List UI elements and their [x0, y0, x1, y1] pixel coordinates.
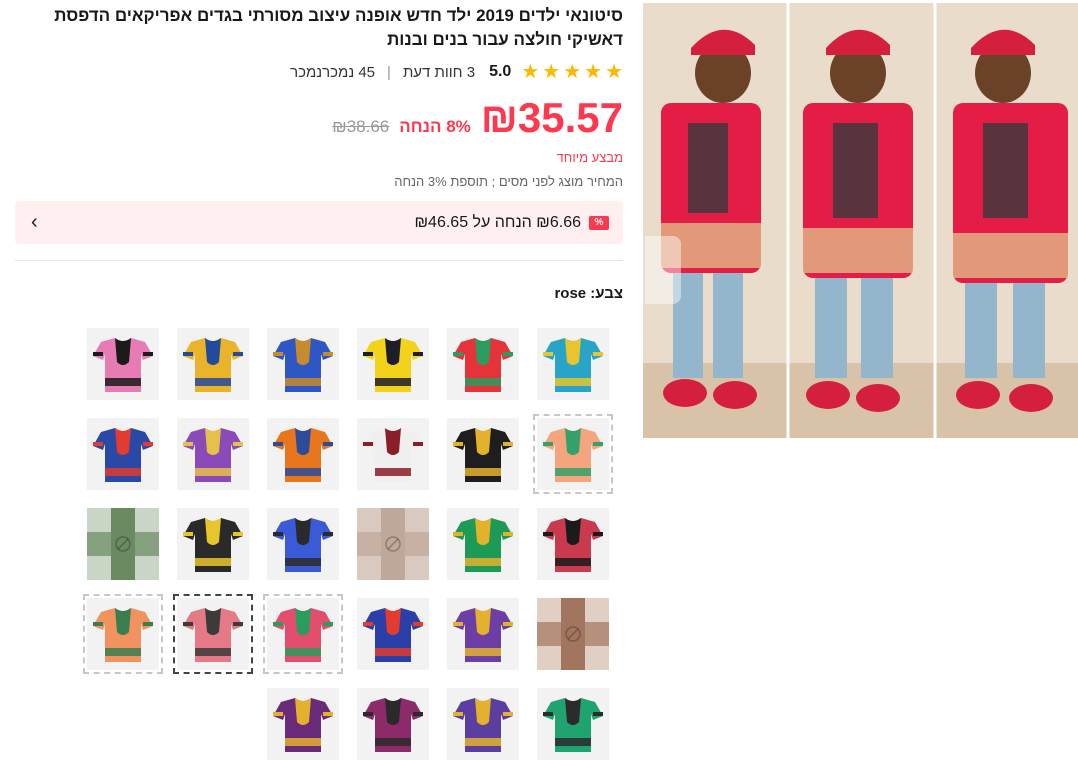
color-swatch[interactable]	[447, 418, 519, 490]
shirt-thumbnail	[453, 698, 513, 752]
color-swatch[interactable]	[177, 508, 249, 580]
color-swatch[interactable]	[447, 598, 519, 670]
image-prev-arrow[interactable]	[645, 236, 681, 304]
star-icon: ★	[521, 61, 540, 83]
color-swatch[interactable]	[537, 508, 609, 580]
color-swatch[interactable]	[87, 508, 159, 580]
shirt-thumbnail	[93, 428, 153, 482]
color-swatch[interactable]	[537, 598, 609, 670]
reviews-link[interactable]: 3 חוות דעת	[403, 64, 475, 81]
rating-score: 5.0	[489, 63, 512, 80]
color-swatch[interactable]	[267, 688, 339, 760]
sold-count: 45 נמכרנמכר	[290, 63, 376, 81]
color-swatch[interactable]	[447, 328, 519, 400]
shirt-thumbnail	[543, 698, 603, 752]
shirt-thumbnail	[453, 338, 513, 392]
tax-note: המחיר מוצג לפני מסים ; תוספת 3% הנחה	[394, 174, 623, 189]
star-icon: ★	[584, 61, 603, 83]
shirt-thumbnail	[363, 338, 423, 392]
color-swatch[interactable]	[537, 688, 609, 760]
shirt-thumbnail	[543, 518, 603, 572]
color-swatch[interactable]	[177, 418, 249, 490]
color-label: צבע: rose	[554, 285, 623, 302]
discount-badge: 8% הנחה	[399, 117, 471, 136]
original-price: ₪38.66	[332, 117, 390, 136]
shirt-thumbnail	[273, 428, 333, 482]
chevron-left-icon: ›	[31, 211, 38, 233]
divider	[15, 260, 623, 261]
coupon-text: ₪6.66 הנחה על ₪46.65	[414, 213, 581, 231]
color-swatch[interactable]	[83, 594, 163, 674]
color-swatch[interactable]	[537, 328, 609, 400]
product-info: סיטונאי ילדים 2019 ילד חדש אופנה עיצוב מ…	[15, 0, 623, 302]
shirt-thumbnail	[183, 428, 243, 482]
color-swatch[interactable]	[173, 594, 253, 674]
shirt-thumbnail	[93, 608, 153, 662]
color-swatch[interactable]	[263, 594, 343, 674]
shirt-thumbnail	[453, 518, 513, 572]
star-icon: ★	[542, 61, 561, 83]
shirt-thumbnail	[273, 518, 333, 572]
coupon-banner[interactable]: % ₪6.66 הנחה על ₪46.65 ›	[15, 201, 623, 244]
color-swatch[interactable]	[177, 328, 249, 400]
color-swatch[interactable]	[447, 688, 519, 760]
shirt-thumbnail	[183, 608, 243, 662]
color-swatch[interactable]	[267, 328, 339, 400]
rating-stars: ★ ★ ★ ★ ★	[521, 62, 623, 82]
product-main-image[interactable]	[643, 3, 1078, 438]
color-swatch[interactable]	[533, 414, 613, 494]
shirt-thumbnail	[453, 608, 513, 662]
shirt-thumbnail	[363, 608, 423, 662]
shirt-thumbnail	[273, 698, 333, 752]
color-swatch[interactable]	[357, 598, 429, 670]
shirt-thumbnail	[543, 338, 603, 392]
color-swatch[interactable]	[87, 328, 159, 400]
shirt-thumbnail	[453, 428, 513, 482]
placeholder-image-icon	[357, 508, 429, 580]
placeholder-image-icon	[537, 598, 609, 670]
shirt-thumbnail	[363, 698, 423, 752]
product-photo	[643, 3, 1078, 438]
star-icon: ★	[563, 61, 582, 83]
color-swatch[interactable]	[447, 508, 519, 580]
price-row: ₪35.57 8% הנחה ₪38.66	[15, 96, 623, 140]
shirt-thumbnail	[363, 428, 423, 482]
rating-row: ★ ★ ★ ★ ★ 5.0 3 חוות דעת | 45 נמכרנמכר	[15, 62, 623, 82]
shirt-thumbnail	[273, 608, 333, 662]
special-offer-label: מבצע מיוחד	[556, 150, 623, 165]
shirt-thumbnail	[273, 338, 333, 392]
current-price: ₪35.57	[480, 94, 623, 141]
color-swatch[interactable]	[267, 508, 339, 580]
color-swatch[interactable]	[357, 508, 429, 580]
color-swatch[interactable]	[357, 328, 429, 400]
shirt-thumbnail	[183, 518, 243, 572]
shirt-thumbnail	[183, 338, 243, 392]
percent-coupon-icon: %	[589, 215, 609, 230]
shirt-thumbnail	[93, 338, 153, 392]
color-swatch[interactable]	[357, 418, 429, 490]
color-swatch[interactable]	[267, 418, 339, 490]
color-swatch[interactable]	[357, 688, 429, 760]
star-icon: ★	[605, 61, 623, 83]
placeholder-image-icon	[87, 508, 159, 580]
product-title: סיטונאי ילדים 2019 ילד חדש אופנה עיצוב מ…	[54, 6, 623, 49]
color-swatch[interactable]	[87, 418, 159, 490]
separator: |	[387, 63, 391, 81]
shirt-thumbnail	[543, 428, 603, 482]
